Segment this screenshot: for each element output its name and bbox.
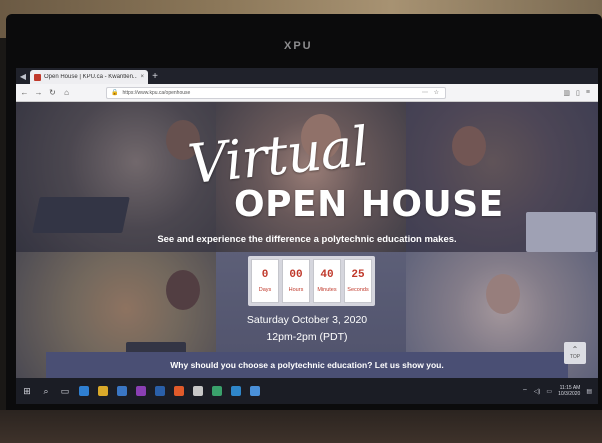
back-button[interactable]: ← [20,88,29,97]
countdown-value: 00 [289,269,303,281]
countdown-hours: 00 Hours [282,259,310,303]
tab-list-icon[interactable]: ◀ [16,70,30,84]
hero-tagline: See and experience the difference a poly… [157,234,457,245]
address-bar[interactable]: 🔒 https://www.kpu.ca/openhouse ⋯ ☆ [106,86,446,99]
network-icon[interactable]: ⌔ [522,387,528,395]
browser-tab-bar: ◀ Open House | KPU.ca - Kwantlen... × + [16,68,598,84]
laptop-screen: ◀ Open House | KPU.ca - Kwantlen... × + … [16,68,598,404]
app-icon[interactable] [212,386,222,396]
firefox-icon[interactable] [174,386,184,396]
banner-text: Why should you choose a polytechnic educ… [170,360,444,370]
browser-tab-open-house[interactable]: Open House | KPU.ca - Kwantlen... × [30,70,148,84]
kpu-favicon-icon [34,73,41,81]
countdown-value: 40 [320,269,334,281]
file-explorer-icon[interactable] [98,386,108,396]
clock-date: 10/3/2020 [558,391,581,397]
app-icon[interactable] [231,386,241,396]
system-tray: ⌔ ◁) ▭ 11:15 AM 10/3/2020 ▤ [522,385,592,397]
countdown-label: Seconds [347,287,369,293]
laptop-brand-logo: XPU [284,40,313,52]
desk-surface [0,410,602,443]
battery-icon[interactable]: ▭ [546,388,552,395]
tab-close-icon[interactable]: × [140,74,144,80]
countdown-value: 25 [351,269,365,281]
task-view-icon[interactable]: ▭ [60,386,70,396]
edge-browser-icon[interactable] [79,386,89,396]
countdown-label: Minutes [317,287,337,293]
home-button[interactable]: ⌂ [62,88,71,97]
windows-taskbar: ⊞ ⌕ ▭ ⌔ ◁) ▭ 11:15 AM 10/3/2020 ▤ [16,378,598,404]
system-clock[interactable]: 11:15 AM 10/3/2020 [558,385,580,397]
back-to-top-button[interactable]: ⌃ TOP [564,342,586,364]
windows-start-icon[interactable]: ⊞ [22,386,32,396]
web-page: Virtual OPEN HOUSE See and experience th… [16,102,598,378]
countdown-label: Days [258,287,272,293]
reload-button[interactable]: ↻ [48,88,57,97]
event-time: 12pm-2pm (PDT) [266,331,348,343]
browser-toolbar: ▥ ▯ ≡ [563,89,594,97]
notifications-icon[interactable]: ▤ [586,388,592,395]
countdown-seconds: 25 Seconds [344,259,372,303]
browser-nav-bar: ← → ↻ ⌂ 🔒 https://www.kpu.ca/openhouse ⋯… [16,84,598,102]
app-icon[interactable] [193,386,203,396]
search-icon[interactable]: ⌕ [41,386,51,396]
library-icon[interactable]: ▥ [563,89,570,97]
app-icon[interactable] [136,386,146,396]
sidebar-icon[interactable]: ▯ [576,89,580,97]
countdown-timer: 0 Days 00 Hours 40 Minutes 25 Seconds [248,256,375,306]
menu-icon[interactable]: ≡ [586,89,590,97]
hero-title: OPEN HOUSE [234,184,504,225]
forward-button[interactable]: → [34,88,43,97]
countdown-days: 0 Days [251,259,279,303]
word-icon[interactable] [155,386,165,396]
url-text[interactable]: https://www.kpu.ca/openhouse [122,90,417,96]
volume-icon[interactable]: ◁) [534,388,541,395]
countdown-minutes: 40 Minutes [313,259,341,303]
tab-title: Open House | KPU.ca - Kwantlen... [44,74,138,80]
countdown-label: Hours [288,287,304,293]
new-tab-button[interactable]: + [148,70,162,84]
countdown-value: 0 [261,269,269,281]
top-label: TOP [569,354,581,360]
app-icon[interactable] [250,386,260,396]
event-date: Saturday October 3, 2020 [246,314,368,326]
store-icon[interactable] [117,386,127,396]
lock-icon: 🔒 [111,90,119,96]
page-actions-icon[interactable]: ⋯ ☆ [422,89,441,96]
why-polytechnic-banner[interactable]: Why should you choose a polytechnic educ… [46,352,568,378]
chevron-up-icon: ⌃ [571,345,579,354]
